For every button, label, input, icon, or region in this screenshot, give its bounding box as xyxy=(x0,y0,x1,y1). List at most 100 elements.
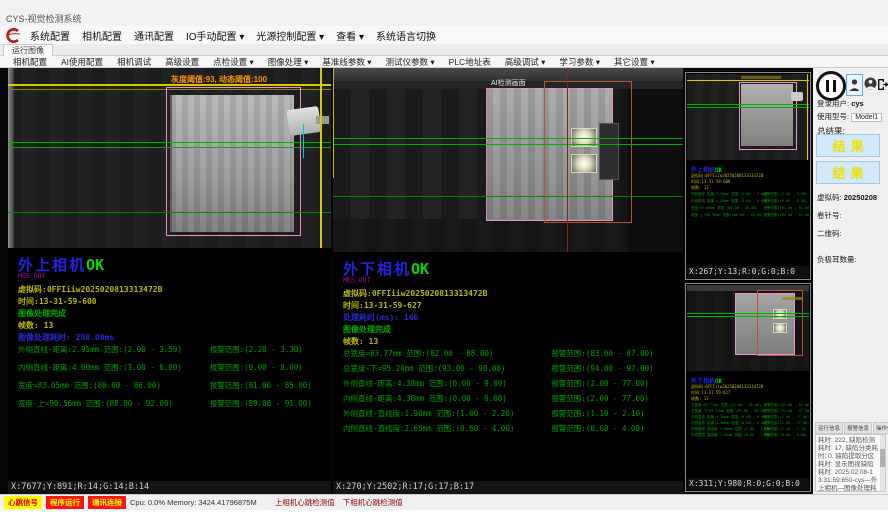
cyan-marker-line xyxy=(303,124,304,158)
reel-number-row: 卷针号: xyxy=(817,210,842,221)
mini-connector xyxy=(791,92,803,101)
menu-item[interactable]: 系统配置 xyxy=(24,26,76,45)
login-user-value: cys xyxy=(851,99,864,108)
pause-button[interactable] xyxy=(816,71,846,101)
exit-button[interactable] xyxy=(877,74,888,94)
menu-items: 系统配置相机配置通讯配置IO手动配置 ▾光源控制配置 ▾查看 ▾系统语言切换 xyxy=(24,26,442,45)
machinery-left xyxy=(333,89,483,219)
mes-status: MES_OUT xyxy=(18,272,45,280)
operator-button[interactable] xyxy=(863,74,878,94)
toolbar-item[interactable]: 点检设置 ▾ xyxy=(206,56,261,68)
menu-item[interactable]: 查看 ▾ xyxy=(330,26,370,45)
light-column xyxy=(8,68,14,248)
mini-text-smear xyxy=(741,76,781,79)
main-content: 灰度阈值:93, 动态阈值:100 外上相机OK MES_OUT 虚拟码:0FF… xyxy=(0,68,888,494)
tab-run-image[interactable]: 运行图像 xyxy=(3,44,53,56)
measurement-row: 总宽度-下=95.24mm 范围:(93.00 - 98.00) 报警范围:(9… xyxy=(343,363,679,378)
cpu-memory-text: Cpu: 0.0% Memory: 3424.41796875M xyxy=(130,498,257,507)
result-box-1: 结果 xyxy=(816,134,880,157)
mini-frame: 帧数: 13 xyxy=(691,396,709,401)
measurement-alarm: 报警范围:(2.00 - 77.00) xyxy=(551,378,649,389)
measure-line-green-2 xyxy=(8,147,331,148)
measure-line-green-3 xyxy=(8,212,331,213)
title-bar: CYS-视觉检测系统 xyxy=(0,0,888,26)
measurement-value: 内侧直线-距离:4.60mm 范围:(3.00 - 6.00) xyxy=(18,362,182,373)
result-ok: OK xyxy=(411,260,429,278)
measurement-value: 宽度=83.05mm 范围:(80.00 - 86.00) xyxy=(18,380,161,391)
time-line: 时间:13-31-59-627 xyxy=(343,300,422,311)
baseline-yellow xyxy=(8,84,331,86)
measure-line-green-2 xyxy=(333,144,683,145)
operator-icon xyxy=(864,77,877,91)
edge-line-yellow-v xyxy=(333,68,334,178)
menu-item[interactable]: 通讯配置 xyxy=(128,26,180,45)
measurement-row: 内侧直线-距离:4.60mm 范围:(3.00 - 6.00) 报警范围:(0.… xyxy=(18,362,327,380)
log-tab[interactable]: 运行信息 xyxy=(815,422,843,434)
toolbar-item[interactable]: 基准线参数 ▾ xyxy=(315,56,378,68)
exit-icon xyxy=(877,78,888,91)
log-tab[interactable]: 操作信息 xyxy=(873,422,888,434)
measurement-list-lower: 总宽度=83.77mm 范围:(82.00 - 88.00) 报警范围:(83.… xyxy=(343,348,679,438)
process-done-line: 图像处理完成 xyxy=(343,324,391,335)
mini-green-2 xyxy=(687,107,809,108)
mini-yellow-v xyxy=(807,74,808,160)
measurement-row: 总宽度=83.77mm 范围:(82.00 - 88.00) 报警范围:(83.… xyxy=(343,348,679,363)
login-user-row: 登录用户: cys xyxy=(817,98,864,109)
mini-green-1 xyxy=(687,313,809,314)
mes-status: MES_OUT xyxy=(343,276,370,284)
process-done-line: 图像处理完成 xyxy=(18,308,66,319)
result-text-upper: 外上相机OK MES_OUT 虚拟码:0FFIiiw20250208133134… xyxy=(18,248,331,481)
qr-code-row: 二维码: xyxy=(817,228,842,239)
result-ok: OK xyxy=(86,256,104,274)
mini-time: 时间:13-31-59-627 xyxy=(691,390,730,395)
toolbar-item[interactable]: 相机配置 xyxy=(6,56,54,68)
menu-item[interactable]: 系统语言切换 xyxy=(370,26,442,45)
result-text-lower: 外下相机OK MES_OUT 虚拟码:0FFIiiw20250208133134… xyxy=(343,252,683,481)
mini-block xyxy=(741,84,793,146)
toolbar-item[interactable]: 图像处理 ▾ xyxy=(261,56,316,68)
log-scrollbar[interactable] xyxy=(880,435,885,491)
measurement-value: 内侧直线-距离:4.38mm 范围:(0.00 - 9.00) xyxy=(343,393,507,404)
tab-count-row: 负极耳数量: xyxy=(817,254,857,265)
coord-readout-lower: X:270;Y:2502;R:17;G:17;B:17 xyxy=(333,481,683,494)
preview-panel-lower[interactable]: 外下相机OK 虚拟码:0FFIiiw2025020813313472B 时间:1… xyxy=(685,283,811,492)
tab-row: 运行图像 xyxy=(0,44,888,56)
barcode-line: 虚拟码:0FFIiiw2025020813313472B xyxy=(343,288,487,299)
measurement-alarm: 报警范围:(89.00 - 91.00) xyxy=(210,398,312,409)
toolbar-item[interactable]: AI使用配置 xyxy=(54,56,110,68)
measurement-row: 外侧直线-距离:4.38mm 范围:(0.00 - 9.00) 报警范围:(2.… xyxy=(343,378,679,393)
connector-cable xyxy=(316,116,329,124)
toolbar-item[interactable]: 其它设置 ▾ xyxy=(607,56,662,68)
toolbar-item[interactable]: 测试仪参数 ▾ xyxy=(379,56,442,68)
log-tab[interactable]: 报警信息 xyxy=(844,422,872,434)
camera-image-lower[interactable]: AI检测画面 xyxy=(333,68,683,252)
ai-view-overlay-text: AI检测画面 xyxy=(491,78,526,88)
measurement-row: 宽度=83.05mm 范围:(80.00 - 86.00) 报警范围:(81.0… xyxy=(18,380,327,398)
mini-green-2 xyxy=(687,316,809,317)
bottom-filler xyxy=(0,510,888,522)
measurement-row: 外侧直线-距离:2.95mm 范围:(2.00 - 3.50) 报警范围:(2.… xyxy=(18,344,327,362)
mini-yellow-line xyxy=(687,80,809,81)
preview-panel-upper[interactable]: 外上相机OK 虚拟码:0FFIiiw2025020813313472B 时间:1… xyxy=(685,72,811,280)
measurement-list-upper: 外侧直线-距离:2.95mm 范围:(2.00 - 3.50) 报警范围:(2.… xyxy=(18,344,327,416)
preview-coord-lower: X:311;Y:980;R:0;G:0;B:0 xyxy=(687,478,809,490)
toolbar-item[interactable]: 高级调试 ▾ xyxy=(498,56,553,68)
coord-readout-upper: X:7677;Y:891;R:14;G:14;B:14 xyxy=(8,481,331,494)
toolbar-item[interactable]: 高级设置 xyxy=(158,56,206,68)
toolbar-item[interactable]: 相机调试 xyxy=(110,56,158,68)
toolbar-item[interactable]: 学习参数 ▾ xyxy=(552,56,607,68)
menu-item[interactable]: 相机配置 xyxy=(76,26,128,45)
model-value[interactable]: Model1 xyxy=(851,113,882,122)
user-login-button[interactable] xyxy=(846,74,863,96)
mini-frame: 帧数: 13 xyxy=(691,185,709,190)
virtual-code-value: 20250208 xyxy=(844,193,877,202)
pause-icon xyxy=(826,80,829,92)
camera-image-upper[interactable]: 灰度阈值:93, 动态阈值:100 xyxy=(8,68,331,248)
log-scroll-thumb[interactable] xyxy=(880,449,885,467)
dark-slot xyxy=(599,123,619,180)
mini-measurements: 外侧直线-距离:2.95mm 范围:(2.00 - 3.50) 报警范围:(2.… xyxy=(691,192,808,220)
menu-item[interactable]: IO手动配置 ▾ xyxy=(180,26,250,45)
mini-barcode: 虚拟码:0FFIiiw2025020813313472B xyxy=(691,384,763,389)
menu-item[interactable]: 光源控制配置 ▾ xyxy=(250,26,330,45)
toolbar-item[interactable]: PLC地址表 xyxy=(442,56,498,68)
